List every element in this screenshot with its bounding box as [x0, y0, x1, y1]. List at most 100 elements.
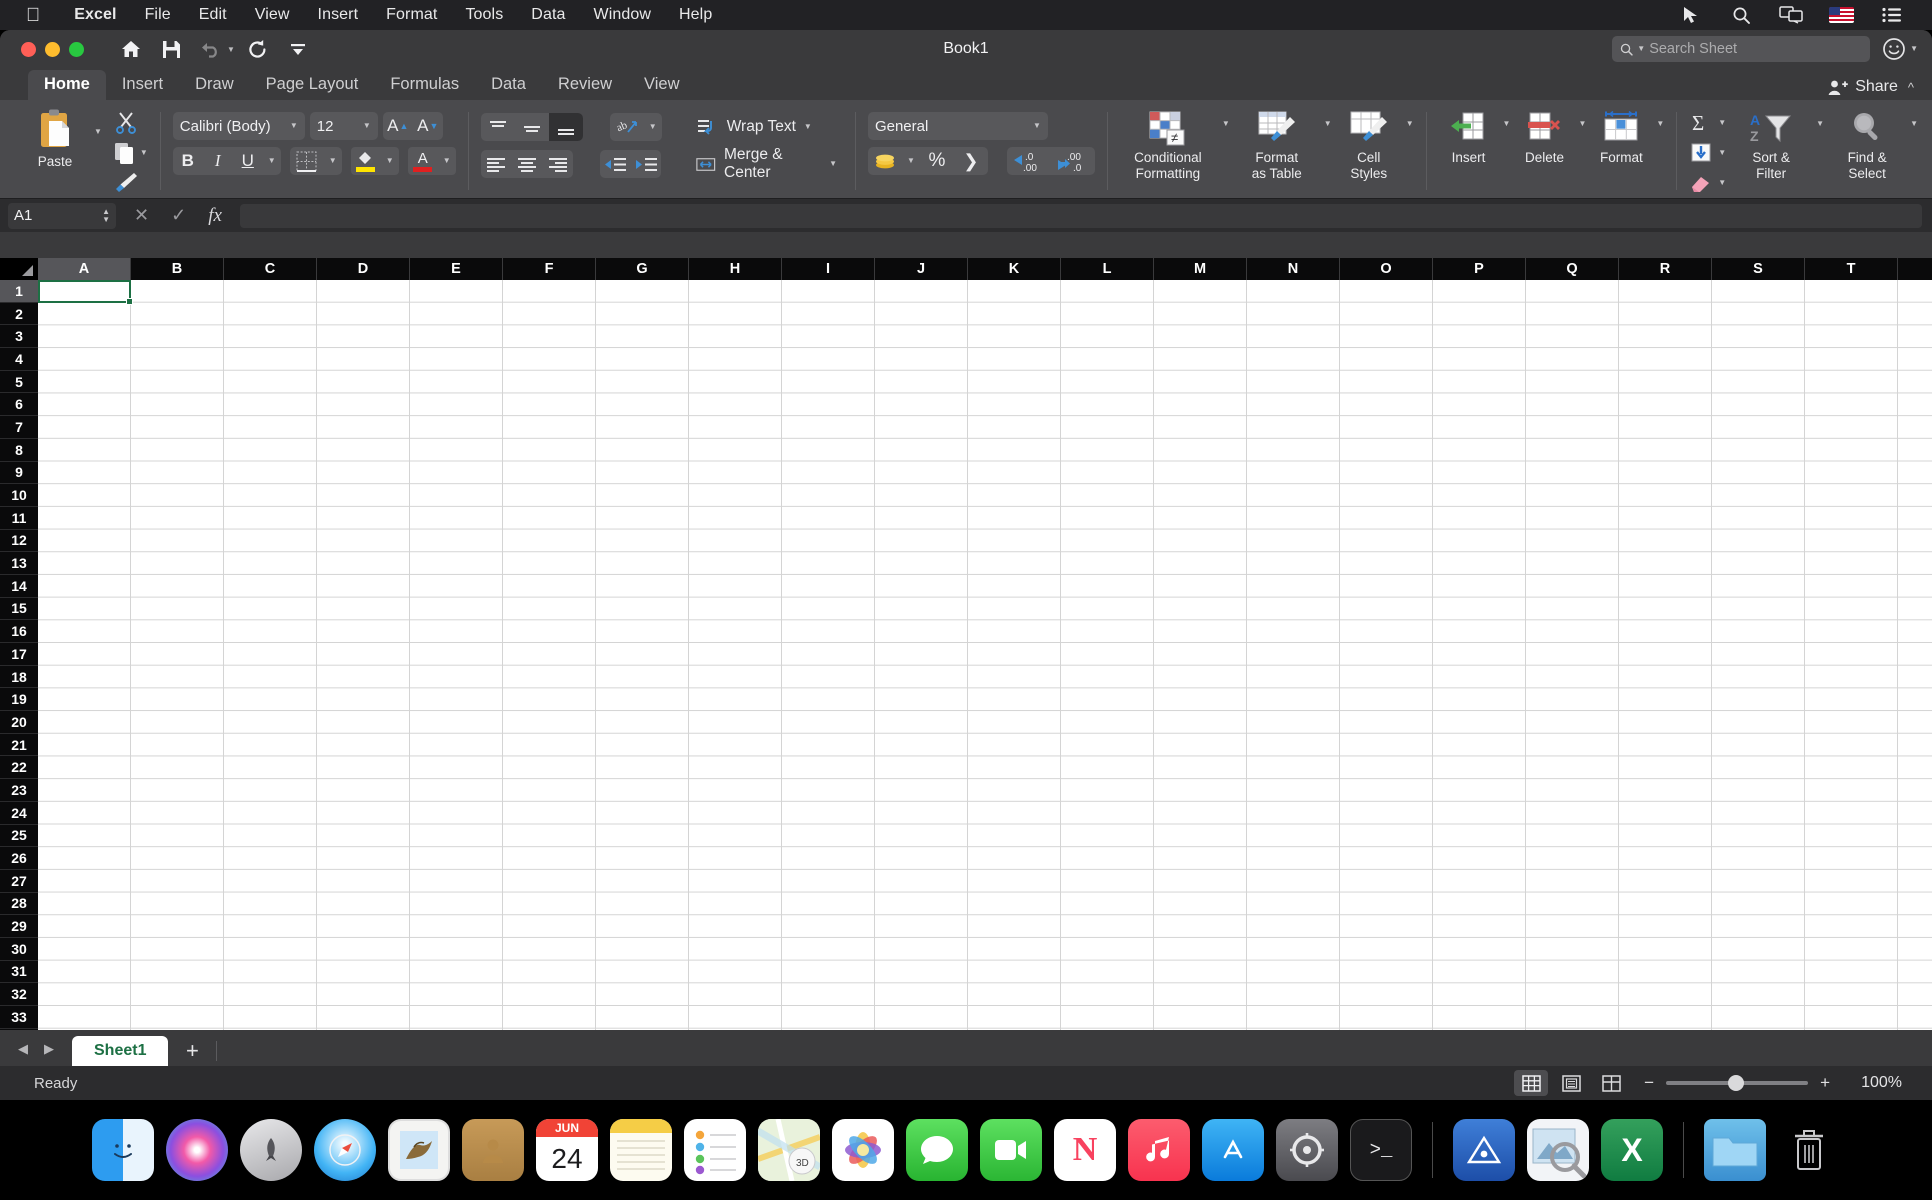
merge-center-button[interactable]: Merge & Center ▼ — [690, 146, 843, 181]
increase-decimal-icon[interactable]: .0.00 — [1007, 147, 1051, 175]
align-right-icon[interactable] — [542, 150, 573, 178]
dock-item-preview[interactable] — [1527, 1119, 1589, 1181]
row-header-3[interactable]: 3 — [0, 325, 38, 349]
format-painter-button[interactable] — [114, 170, 148, 196]
menu-item-edit[interactable]: Edit — [185, 6, 241, 24]
fx-icon[interactable]: fx — [208, 205, 222, 227]
dock-item-excel[interactable]: X — [1601, 1119, 1663, 1181]
row-header-6[interactable]: 6 — [0, 393, 38, 417]
align-left-icon[interactable] — [481, 150, 512, 178]
undo-dropdown-icon[interactable]: ▼ — [227, 45, 235, 54]
prev-sheet-icon[interactable]: ◀ — [18, 1041, 28, 1057]
row-header-12[interactable]: 12 — [0, 529, 38, 553]
tab-home[interactable]: Home — [28, 70, 106, 100]
dock-item-launchpad[interactable] — [240, 1119, 302, 1181]
conditional-formatting-button[interactable]: ≠ Conditional Formatting — [1120, 104, 1216, 181]
column-header-h[interactable]: H — [689, 258, 782, 280]
menu-item-insert[interactable]: Insert — [304, 6, 373, 24]
name-box-stepper[interactable]: ▲ ▼ — [102, 207, 110, 223]
menu-item-tools[interactable]: Tools — [451, 6, 517, 24]
column-header-a[interactable]: A — [38, 258, 131, 280]
sort-filter-dropdown-icon[interactable]: ▼ — [1816, 120, 1824, 128]
find-select-button[interactable]: Find & Select — [1832, 104, 1902, 181]
underline-dropdown-icon[interactable]: ▼ — [263, 147, 281, 175]
confirm-check-icon[interactable]: ✓ — [171, 205, 186, 226]
column-header-i[interactable]: I — [782, 258, 875, 280]
column-header-q[interactable]: Q — [1526, 258, 1619, 280]
account-smiley-icon[interactable]: ▼ — [1882, 37, 1918, 61]
percent-format-button[interactable]: % — [920, 147, 954, 175]
cell-area[interactable] — [38, 280, 1932, 1030]
row-header-27[interactable]: 27 — [0, 869, 38, 893]
align-middle-icon[interactable] — [515, 113, 549, 141]
clear-button[interactable]: ▼ — [1689, 169, 1726, 196]
dock-item-finder[interactable] — [92, 1119, 154, 1181]
italic-button[interactable]: I — [203, 147, 233, 175]
delete-cells-dropdown-icon[interactable]: ▼ — [1578, 120, 1586, 128]
row-header-16[interactable]: 16 — [0, 620, 38, 643]
tab-page-layout[interactable]: Page Layout — [250, 70, 375, 100]
search-scope-chevron-icon[interactable]: ▼ — [1637, 45, 1645, 53]
zoom-knob[interactable] — [1728, 1075, 1745, 1091]
row-header-24[interactable]: 24 — [0, 801, 38, 825]
dock-item-messages[interactable] — [906, 1119, 968, 1181]
dock-item-calendar[interactable]: JUN 24 — [536, 1119, 598, 1181]
share-button[interactable]: Share — [1828, 78, 1898, 96]
column-header-b[interactable]: B — [131, 258, 224, 280]
font-color-dropdown-icon[interactable]: ▼ — [437, 147, 456, 175]
row-header-33[interactable]: 33 — [0, 1006, 38, 1029]
number-format-select[interactable]: General ▼ — [867, 112, 1048, 140]
save-icon[interactable] — [154, 35, 188, 63]
row-header-2[interactable]: 2 — [0, 302, 38, 326]
column-header-o[interactable]: O — [1340, 258, 1433, 280]
row-header-8[interactable]: 8 — [0, 438, 38, 462]
redo-icon[interactable] — [241, 35, 275, 63]
page-layout-view-icon[interactable] — [1554, 1070, 1588, 1096]
format-as-table-dropdown-icon[interactable]: ▼ — [1324, 120, 1332, 128]
row-header-21[interactable]: 21 — [0, 733, 38, 757]
conditional-formatting-dropdown-icon[interactable]: ▼ — [1222, 120, 1230, 128]
row-header-18[interactable]: 18 — [0, 665, 38, 689]
tab-insert[interactable]: Insert — [106, 70, 179, 100]
row-header-9[interactable]: 9 — [0, 461, 38, 485]
row-header-25[interactable]: 25 — [0, 824, 38, 848]
column-header-r[interactable]: R — [1619, 258, 1712, 280]
text-orientation-icon[interactable]: ab — [610, 113, 644, 141]
dock-item-safari[interactable] — [314, 1119, 376, 1181]
dock-item-siri[interactable] — [166, 1119, 228, 1181]
sort-filter-button[interactable]: A Z Sort & Filter — [1734, 104, 1808, 181]
format-cells-button[interactable]: Format — [1590, 104, 1652, 166]
font-family-dropdown-icon[interactable]: ▼ — [290, 122, 298, 130]
menu-item-data[interactable]: Data — [517, 6, 579, 24]
font-color-button[interactable]: A — [407, 147, 438, 175]
close-window-button[interactable] — [21, 41, 36, 57]
column-header-c[interactable]: C — [224, 258, 317, 280]
menu-item-help[interactable]: Help — [665, 6, 726, 24]
dock-item-xcode[interactable] — [1453, 1119, 1515, 1181]
tab-review[interactable]: Review — [542, 70, 628, 100]
paste-dropdown-icon[interactable]: ▼ — [94, 128, 102, 196]
column-header-p[interactable]: P — [1433, 258, 1526, 280]
row-header-14[interactable]: 14 — [0, 574, 38, 598]
dock-item-trash[interactable] — [1778, 1119, 1840, 1181]
zoom-slider-control[interactable]: − + — [1644, 1073, 1830, 1093]
home-icon[interactable] — [114, 35, 148, 63]
row-header-32[interactable]: 32 — [0, 983, 38, 1006]
dock-item-terminal[interactable]: >_ — [1350, 1119, 1412, 1181]
font-family-select[interactable]: Calibri (Body) ▼ — [172, 112, 305, 140]
dock-item-contacts[interactable] — [462, 1119, 524, 1181]
column-header-t[interactable]: T — [1805, 258, 1898, 280]
minimize-window-button[interactable] — [45, 41, 60, 57]
column-header-g[interactable]: G — [596, 258, 689, 280]
align-bottom-icon[interactable] — [548, 113, 583, 141]
column-header-s[interactable]: S — [1712, 258, 1805, 280]
row-header-28[interactable]: 28 — [0, 892, 38, 916]
account-dropdown-icon[interactable]: ▼ — [1910, 45, 1918, 53]
page-break-view-icon[interactable] — [1594, 1070, 1628, 1096]
row-header-15[interactable]: 15 — [0, 597, 38, 621]
accounting-dropdown-icon[interactable]: ▼ — [902, 147, 920, 175]
row-header-13[interactable]: 13 — [0, 552, 38, 575]
row-header-22[interactable]: 22 — [0, 756, 38, 780]
us-flag-icon[interactable] — [1829, 7, 1854, 23]
fill-handle[interactable] — [126, 297, 133, 305]
